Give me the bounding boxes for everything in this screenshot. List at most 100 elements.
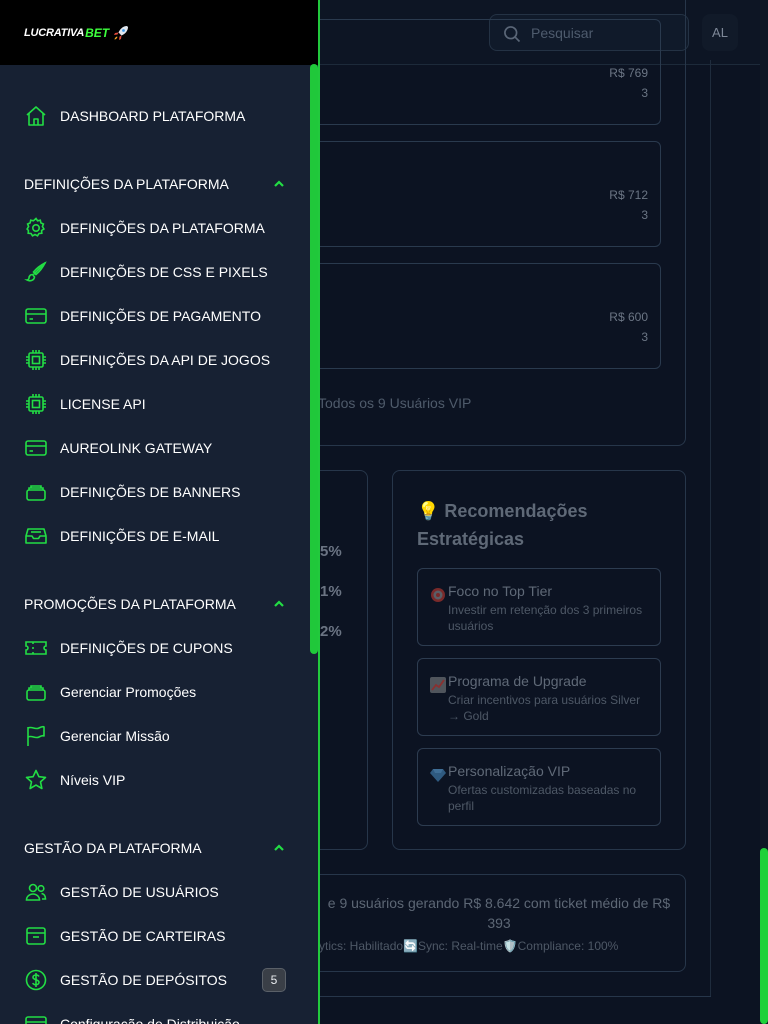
chip-icon [26,394,46,414]
content-divider [710,60,711,997]
recommendation-title: Programa de Upgrade [448,673,587,689]
sidebar-item-label: DASHBOARD PLATAFORMA [60,108,246,124]
credit-card-icon [25,308,47,324]
sidebar-header: LUCRATIVA BET [0,0,318,65]
chevron-up-icon [274,600,284,607]
sidebar-item-label: Gerenciar Promoções [60,684,197,700]
sidebar-item-wallets[interactable]: GESTÃO DE CARTEIRAS [24,924,294,948]
chevron-up-icon [274,844,284,851]
main-scrollbar-thumb[interactable] [760,848,768,1024]
sidebar-item-label: DEFINIÇÕES DE E-MAIL [60,528,220,544]
vip-count: 3 [641,86,648,100]
recommendation-desc: Ofertas customizadas baseadas no perfil [448,783,637,813]
metric-percent: 2% [320,623,342,640]
sidebar: LUCRATIVA BET DASHBOARD PLATAFORMA DEFIN… [0,0,320,1024]
recommendation-item[interactable]: Foco no Top Tier Investir em retenção do… [417,568,661,646]
wallet-icon [26,927,46,945]
sidebar-item-coupons[interactable]: DEFINIÇÕES DE CUPONS [24,636,294,660]
gem-icon [430,769,446,782]
sidebar-item-label: GESTÃO DE DEPÓSITOS [60,972,228,988]
sidebar-item-label: DEFINIÇÕES DA API DE JOGOS [60,352,271,368]
avatar-initials: AL [712,25,728,40]
sidebar-item-license-api[interactable]: LICENSE API [24,392,294,416]
rocket-icon [114,26,129,40]
sidebar-item-platform-settings[interactable]: DEFINIÇÕES DA PLATAFORMA [24,216,294,240]
gear-icon [26,217,45,237]
vip-user-card[interactable]: R$ 712 3 [300,141,661,247]
layers-icon [26,485,46,501]
vip-amount: R$ 769 [609,66,648,80]
sidebar-item-label: GESTÃO DE USUÁRIOS [60,884,219,900]
sidebar-item-label: DEFINIÇÕES DE CSS E PIXELS [60,264,268,280]
section-header-promotions[interactable]: PROMOÇÕES DA PLATAFORMA [24,594,286,614]
summary-text: e 9 usuários gerando R$ 8.642 com ticket… [327,895,671,931]
main-scrollbar[interactable] [760,0,768,1024]
all-vip-users-link[interactable]: Todos os 9 Usuários VIP [318,395,471,411]
star-icon [25,769,47,790]
sidebar-scrollbar[interactable] [310,64,318,654]
section-title: PROMOÇÕES DA PLATAFORMA [24,596,236,612]
section-title: GESTÃO DA PLATAFORMA [24,840,202,856]
vip-amount: R$ 600 [609,310,648,324]
sidebar-item-css-pixels[interactable]: DEFINIÇÕES DE CSS E PIXELS [24,260,294,284]
sidebar-item-label: Gerenciar Missão [60,728,170,744]
dollar-icon [25,969,47,991]
sidebar-item-label: DEFINIÇÕES DE PAGAMENTO [60,308,261,324]
vip-count: 3 [641,208,648,222]
users-icon [25,883,47,901]
user-avatar[interactable]: AL [702,14,738,51]
recommendation-item[interactable]: Personalização VIP Ofertas customizadas … [417,748,661,826]
sidebar-item-label: Níveis VIP [60,772,126,788]
section-title: DEFINIÇÕES DA PLATAFORMA [24,176,229,192]
recommendation-item[interactable]: Programa de Upgrade Criar incentivos par… [417,658,661,736]
sidebar-item-manage-mission[interactable]: Gerenciar Missão [24,724,294,748]
sidebar-item-dashboard[interactable]: DASHBOARD PLATAFORMA [24,104,294,128]
target-icon [431,588,445,602]
sidebar-item-label: DEFINIÇÕES DE CUPONS [60,640,233,656]
sidebar-item-aureolink-gateway[interactable]: AUREOLINK GATEWAY [24,436,294,460]
vip-count: 3 [641,330,648,344]
section-header-platform-management[interactable]: GESTÃO DA PLATAFORMA [24,838,286,858]
sidebar-item-label: GESTÃO DE CARTEIRAS [60,928,226,944]
sidebar-item-payment-settings[interactable]: DEFINIÇÕES DE PAGAMENTO [24,304,294,328]
sidebar-item-distribution-config[interactable]: Configuração de Distribuição [24,1012,294,1024]
metric-percent: 1% [320,583,342,600]
vip-user-card[interactable]: R$ 600 3 [300,263,661,369]
sidebar-item-label: Configuração de Distribuição [60,1016,240,1024]
sidebar-item-vip-levels[interactable]: Níveis VIP [24,768,294,792]
sidebar-item-label: DEFINIÇÕES DA PLATAFORMA [60,220,265,236]
credit-card-icon [25,440,47,456]
inbox-icon [25,528,47,544]
sidebar-item-label: DEFINIÇÕES DE BANNERS [60,484,241,500]
ticket-icon [25,641,47,655]
sidebar-item-email[interactable]: DEFINIÇÕES DE E-MAIL [24,524,294,548]
brand-name-part2: BET [85,26,110,40]
layers-icon [26,685,46,701]
brand-name-part1: LUCRATIVA [24,27,85,39]
brand-logo[interactable]: LUCRATIVA BET [24,22,130,44]
recommendation-title: Personalização VIP [448,763,571,779]
chart-up-icon [430,677,446,693]
recommendation-title: Foco no Top Tier [448,583,553,599]
admin-page: Pesquisar AL R$ 769 3 R$ 712 3 R$ 600 3 … [0,0,768,1024]
section-header-platform-settings[interactable]: DEFINIÇÕES DA PLATAFORMA [24,174,286,194]
summary-card: e 9 usuários gerando R$ 8.642 com ticket… [290,874,686,972]
sidebar-item-manage-promotions[interactable]: Gerenciar Promoções [24,680,294,704]
brush-icon [24,261,47,282]
recommendation-desc: Investir em retenção dos 3 primeiros usu… [448,603,643,633]
sidebar-item-label: LICENSE API [60,396,146,412]
vip-user-card[interactable]: R$ 769 3 [300,19,661,125]
vip-amount: R$ 712 [609,188,648,202]
sidebar-item-games-api[interactable]: DEFINIÇÕES DA API DE JOGOS [24,348,294,372]
sidebar-item-label: AUREOLINK GATEWAY [60,440,213,456]
recommendation-desc: Criar incentivos para usuários Silver → … [448,693,641,723]
sidebar-item-banners[interactable]: DEFINIÇÕES DE BANNERS [24,480,294,504]
metric-percent: 5% [320,543,342,560]
section-divider [290,996,711,997]
deposits-count-badge: 5 [262,968,286,992]
sidebar-item-deposits[interactable]: GESTÃO DE DEPÓSITOS [24,968,294,992]
sidebar-item-users[interactable]: GESTÃO DE USUÁRIOS [24,880,294,904]
summary-footer: ytics: Habilitado🔄Sync: Real-time🛡️Compl… [319,939,619,953]
chevron-up-icon [274,180,284,187]
home-icon [26,106,46,126]
